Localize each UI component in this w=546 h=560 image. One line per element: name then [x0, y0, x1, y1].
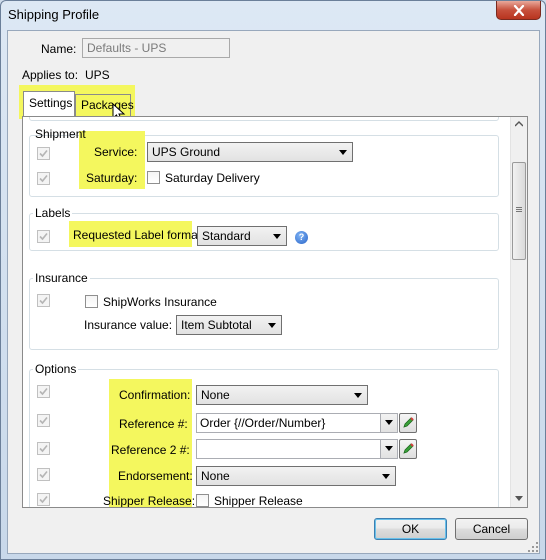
- checkmark-icon: [39, 387, 48, 396]
- help-icon[interactable]: ?: [295, 231, 308, 244]
- chevron-down-icon: [273, 234, 281, 239]
- shipper-release-check-label: Shipper Release: [214, 494, 303, 507]
- reference-input[interactable]: Order {//Order/Number}: [196, 413, 398, 433]
- chevron-down-icon: [385, 420, 393, 425]
- checkmark-icon: [39, 416, 48, 425]
- applies-to-value: UPS: [85, 68, 110, 82]
- label-format-enable-checkbox[interactable]: [37, 230, 50, 243]
- endorsement-label: Endorsement:: [118, 469, 193, 483]
- dialog-client-area: Name: Defaults - UPS Applies to: UPS Set…: [7, 30, 540, 554]
- confirmation-select-value: None: [201, 388, 230, 402]
- label-format-label: Requested Label format:: [73, 228, 205, 242]
- insurance-enable-checkbox[interactable]: [37, 294, 50, 307]
- scrollbar-thumb[interactable]: [512, 162, 526, 260]
- chevron-down-icon: [268, 323, 276, 328]
- shipper-release-enable-checkbox[interactable]: [37, 493, 50, 506]
- applies-to-label: Applies to:: [22, 68, 79, 82]
- endorsement-select-value: None: [201, 469, 230, 483]
- checkmark-icon: [39, 149, 48, 158]
- insurance-group: [29, 278, 499, 350]
- reference-input-value: Order {//Order/Number}: [200, 416, 326, 430]
- settings-scroll-area: Shipment Service: UPS Ground Saturday: S…: [23, 117, 510, 507]
- insurance-value-select-value: Item Subtotal: [181, 318, 252, 332]
- saturday-enable-checkbox[interactable]: [37, 172, 50, 185]
- shipping-profile-window: Shipping Profile Name: Defaults - UPS Ap…: [0, 0, 546, 560]
- cancel-button[interactable]: Cancel: [455, 518, 528, 540]
- saturday-label: Saturday:: [86, 171, 138, 185]
- reference2-dropdown-button[interactable]: [380, 440, 397, 458]
- labels-group-title: Labels: [33, 206, 73, 220]
- insurance-value-select[interactable]: Item Subtotal: [176, 315, 282, 335]
- reference2-input[interactable]: [196, 439, 398, 459]
- endorsement-enable-checkbox[interactable]: [37, 468, 50, 481]
- label-format-select-value: Standard: [202, 229, 251, 243]
- reference2-enable-checkbox[interactable]: [37, 442, 50, 455]
- confirmation-label: Confirmation:: [119, 388, 191, 402]
- tab-settings-label: Settings: [29, 96, 73, 110]
- close-button[interactable]: [496, 1, 541, 20]
- confirmation-enable-checkbox[interactable]: [37, 385, 50, 398]
- chevron-down-icon: [354, 393, 362, 398]
- name-field[interactable]: Defaults - UPS: [82, 38, 230, 58]
- reference2-label: Reference 2 #:: [111, 443, 190, 457]
- checkmark-icon: [39, 444, 48, 453]
- reference2-edit-button[interactable]: [399, 439, 417, 459]
- scroll-up-icon[interactable]: [515, 121, 523, 127]
- vertical-scrollbar[interactable]: [510, 117, 527, 507]
- shipper-release-label: Shipper Release:: [103, 494, 196, 507]
- options-group-title: Options: [33, 362, 79, 376]
- checkmark-icon: [39, 174, 48, 183]
- shipworks-insurance-checkbox[interactable]: [85, 295, 98, 308]
- window-title: Shipping Profile: [8, 7, 100, 22]
- ok-button[interactable]: OK: [374, 518, 447, 540]
- shipper-release-checkbox[interactable]: [196, 494, 209, 507]
- service-select-value: UPS Ground: [152, 145, 221, 159]
- label-format-select[interactable]: Standard: [197, 226, 287, 246]
- service-select[interactable]: UPS Ground: [147, 142, 353, 162]
- service-label: Service:: [94, 145, 138, 159]
- pencil-icon: [403, 443, 414, 454]
- service-enable-checkbox[interactable]: [37, 147, 50, 160]
- title-bar[interactable]: Shipping Profile: [1, 1, 545, 29]
- confirmation-select[interactable]: None: [196, 385, 368, 405]
- chevron-down-icon: [339, 150, 347, 155]
- close-icon: [513, 4, 524, 16]
- chevron-down-icon: [382, 474, 390, 479]
- shipworks-insurance-label: ShipWorks Insurance: [103, 295, 217, 309]
- name-label: Name:: [41, 42, 77, 56]
- insurance-group-title: Insurance: [33, 271, 90, 285]
- insurance-value-label: Insurance value:: [84, 318, 173, 332]
- settings-tab-page: Shipment Service: UPS Ground Saturday: S…: [22, 116, 528, 508]
- shipment-group-title: Shipment: [35, 127, 86, 141]
- tab-settings[interactable]: Settings: [23, 91, 75, 118]
- endorsement-select[interactable]: None: [196, 466, 396, 486]
- pencil-icon: [403, 417, 414, 428]
- saturday-delivery-label: Saturday Delivery: [165, 171, 260, 185]
- saturday-delivery-checkbox[interactable]: [147, 171, 160, 184]
- checkmark-icon: [39, 470, 48, 479]
- reference-dropdown-button[interactable]: [380, 414, 397, 432]
- top-group-remnant: [29, 117, 499, 121]
- reference-edit-button[interactable]: [399, 413, 417, 433]
- checkmark-icon: [39, 495, 48, 504]
- checkmark-icon: [39, 296, 48, 305]
- checkmark-icon: [39, 232, 48, 241]
- reference-label: Reference #:: [119, 417, 188, 431]
- resize-grip-icon[interactable]: [527, 541, 539, 553]
- scroll-down-icon[interactable]: [515, 496, 523, 502]
- chevron-down-icon: [385, 446, 393, 451]
- reference-enable-checkbox[interactable]: [37, 414, 50, 427]
